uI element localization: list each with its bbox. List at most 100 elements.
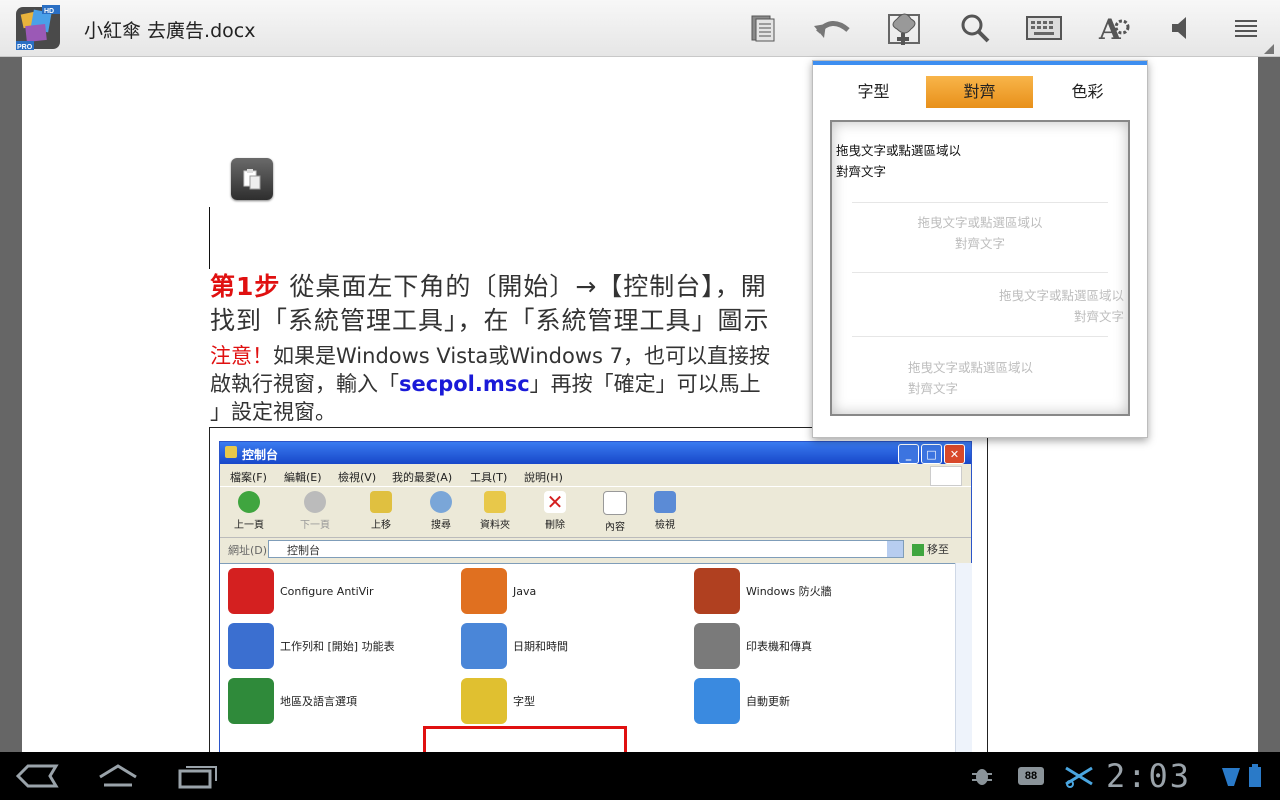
note-line-2-post: 」再按「確定」可以馬上	[529, 372, 761, 396]
battery-icon	[1249, 764, 1261, 787]
tab-color[interactable]: 色彩	[1034, 76, 1141, 108]
menu-button[interactable]	[1226, 8, 1274, 54]
step-line-2: 找到「系統管理工具」，在「系統管理工具」圖示	[210, 306, 770, 335]
note-line-3: 」設定視窗。	[210, 400, 336, 424]
step-label: 第1步	[210, 272, 281, 301]
signal-icon	[1222, 768, 1240, 786]
paste-button[interactable]	[231, 158, 273, 200]
undo-icon	[814, 21, 850, 38]
maximize-icon: □	[921, 444, 942, 464]
close-icon: ✕	[944, 444, 965, 464]
window-menubar: 檔案(F) 編輯(E) 檢視(V) 我的最愛(A) 工具(T) 說明(H)	[220, 466, 971, 486]
cp-item-label: 日期和時間	[513, 640, 568, 653]
datetime-icon	[461, 623, 507, 669]
search-folder-icon	[430, 491, 452, 513]
left-gutter	[0, 57, 22, 752]
alignment-preview[interactable]: 拖曳文字或點選區域以 對齊文字 拖曳文字或點選區域以 對齊文字 拖曳文字或點選區…	[830, 120, 1130, 416]
keyboard-icon	[1026, 16, 1062, 40]
cp-item-updates: 自動更新	[694, 678, 790, 724]
address-label: 網址(D)	[228, 544, 268, 557]
recent-apps-icon	[178, 766, 217, 789]
cp-item-taskbar: 工作列和 [開始] 功能表	[228, 623, 395, 669]
undo-button[interactable]	[813, 8, 853, 48]
control-panel-list: Configure AntiVir Java Windows 防火牆 工作列和 …	[220, 563, 955, 752]
cp-item-fonts: 字型	[461, 678, 535, 724]
menu-edit: 編輯(E)	[284, 471, 322, 484]
quickoffice-app-icon[interactable]: HD PRO	[14, 5, 62, 51]
printer-icon	[694, 623, 740, 669]
speaker-button[interactable]	[1160, 8, 1200, 48]
tool-up: 上移	[371, 520, 391, 531]
preview-divider	[852, 202, 1108, 203]
note-label: 注意！	[210, 344, 273, 368]
insert-image-icon	[888, 13, 920, 45]
note-line-2-pre: 啟執行視窗，輸入「	[210, 372, 399, 396]
back-icon	[238, 491, 260, 513]
cp-item-datetime: 日期和時間	[461, 623, 568, 669]
cp-item-label: Configure AntiVir	[280, 584, 374, 598]
menu-tools: 工具(T)	[470, 471, 508, 484]
go-icon	[912, 544, 924, 556]
cp-item-regional: 地區及語言選項	[228, 678, 357, 724]
insert-image-button[interactable]	[884, 8, 924, 48]
fonts-folder-icon	[461, 678, 507, 724]
window-toolbar: 上一頁 下一頁 上移 搜尋 資料夾 ✕ 刪除 內容 檢視	[220, 486, 971, 538]
preview-divider	[852, 336, 1108, 337]
back-button[interactable]	[8, 760, 68, 792]
tab-align[interactable]: 對齊	[926, 76, 1033, 108]
address-value: 控制台	[287, 544, 320, 557]
home-nav-icon	[99, 764, 137, 787]
text-cursor	[209, 207, 210, 269]
scissors-icon	[1065, 766, 1093, 788]
document-view-button[interactable]	[742, 8, 782, 48]
text-format-button[interactable]: A	[1094, 8, 1134, 48]
cp-item-label: 自動更新	[746, 695, 790, 708]
home-button[interactable]	[88, 760, 148, 792]
search-button[interactable]	[955, 8, 995, 48]
align-left-sample[interactable]: 拖曳文字或點選區域以 對齊文字	[836, 140, 961, 182]
folder-icon	[225, 446, 237, 458]
menu-view: 檢視(V)	[338, 471, 377, 484]
notification-badge[interactable]: 88	[1018, 767, 1044, 785]
tool-properties: 內容	[605, 522, 625, 533]
keyboard-button[interactable]	[1024, 8, 1064, 48]
note-paragraph[interactable]: 注意！如果是Windows Vista或Windows 7，也可以直接按 啟執行…	[210, 342, 770, 426]
list-scrollbar	[955, 563, 972, 752]
step-line-1: 從桌面左下角的〔開始〕→【控制台】，開	[280, 272, 767, 301]
tool-delete: 刪除	[545, 520, 565, 531]
badge-hd: HD	[44, 8, 54, 15]
tool-forward: 下一頁	[300, 520, 330, 531]
document-title: 小紅傘 去廣告.docx	[84, 20, 256, 42]
tab-font[interactable]: 字型	[820, 76, 927, 108]
delete-icon: ✕	[544, 491, 566, 513]
cp-item-firewall: Windows 防火牆	[694, 568, 832, 614]
cp-item-label: 印表機和傳真	[746, 640, 812, 653]
align-right-sample[interactable]: 拖曳文字或點選區域以 對齊文字	[999, 285, 1124, 327]
address-bar: 網址(D) 控制台 移至	[220, 538, 971, 560]
speaker-icon	[1172, 17, 1186, 39]
up-icon	[370, 491, 392, 513]
go-label: 移至	[927, 543, 949, 556]
note-line-1: 如果是Windows Vista或Windows 7，也可以直接按	[273, 344, 770, 368]
java-icon	[461, 568, 507, 614]
search-icon	[961, 14, 990, 43]
corner-indicator-icon	[1264, 44, 1274, 54]
align-center-sample[interactable]: 拖曳文字或點選區域以 對齊文字	[832, 212, 1128, 254]
align-justify-sample[interactable]: 拖曳文字或點選區域以 對齊文字	[908, 357, 1033, 399]
tool-search: 搜尋	[431, 520, 451, 531]
taskbar-icon	[228, 623, 274, 669]
menu-file: 檔案(F)	[230, 471, 267, 484]
badge-pro: PRO	[17, 44, 33, 51]
text-format-icon: A	[1098, 13, 1130, 45]
windows-update-icon	[694, 678, 740, 724]
globe-icon	[228, 678, 274, 724]
format-popup: 字型 對齊 色彩 拖曳文字或點選區域以 對齊文字 拖曳文字或點選區域以 對齊文字…	[812, 60, 1148, 438]
forward-icon	[304, 491, 326, 513]
recent-apps-button[interactable]	[168, 760, 228, 792]
clock[interactable]: 2:03	[1106, 757, 1191, 795]
menu-help: 說明(H)	[524, 471, 563, 484]
step-paragraph[interactable]: 第1步 從桌面左下角的〔開始〕→【控制台】，開 找到「系統管理工具」，在「系統管…	[210, 270, 770, 338]
tool-views: 檢視	[655, 520, 675, 531]
embedded-screenshot[interactable]: 控制台 _ □ ✕ 檔案(F) 編輯(E) 檢視(V) 我的最愛(A) 工具(T…	[209, 427, 988, 752]
usb-debug-icon	[972, 769, 992, 785]
